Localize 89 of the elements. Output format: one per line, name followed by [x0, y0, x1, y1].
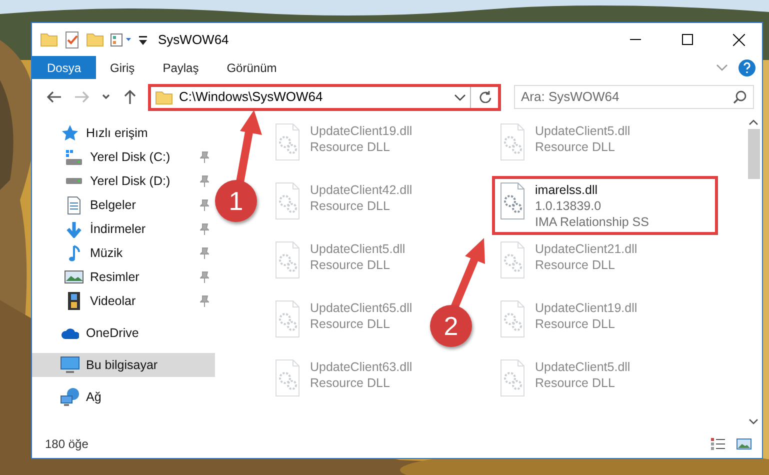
sidebar-item[interactable]: Müzik [32, 241, 215, 265]
ribbon-tab[interactable]: Giriş [96, 56, 149, 79]
large-icons-view-icon[interactable] [736, 436, 752, 450]
folder-icon [40, 31, 58, 48]
sidebar-item[interactable]: Yerel Disk (C:) [32, 145, 215, 169]
details-view-icon[interactable] [710, 436, 726, 450]
file-detail: 1.0.13839.0 [535, 198, 602, 214]
scroll-up-icon[interactable] [749, 119, 758, 125]
search-field[interactable]: Ara: SysWOW64 [514, 85, 754, 109]
sidebar-item[interactable]: Videolar [32, 289, 215, 313]
file-name: imarelss.dll [535, 182, 599, 198]
file-detail: Resource DLL [535, 316, 616, 332]
dll-file-icon [274, 300, 302, 338]
picture-icon [64, 270, 84, 284]
dll-file-icon [499, 241, 527, 279]
document-icon [67, 196, 81, 214]
pin-icon[interactable] [200, 295, 209, 307]
drive-icon [65, 148, 83, 166]
dropdown-icon[interactable] [138, 34, 148, 46]
music-note-icon [68, 244, 80, 262]
sidebar-item[interactable]: Yerel Disk (D:) [32, 169, 215, 193]
scroll-down-icon[interactable] [749, 419, 758, 425]
dll-file-icon [274, 359, 302, 397]
address-path: C:\Windows\SysWOW64 [179, 88, 324, 106]
file-detail: Resource DLL [310, 198, 391, 214]
file-name: UpdateClient19.dll [535, 300, 638, 316]
dll-file-icon [499, 123, 527, 161]
dll-file-icon [499, 359, 527, 397]
file-name: UpdateClient5.dll [535, 359, 630, 375]
file-detail: Resource DLL [535, 257, 616, 273]
file-name: UpdateClient21.dll [535, 241, 638, 257]
scrollbar-thumb[interactable] [748, 129, 760, 179]
file-detail: IMA Relationship SS [535, 214, 649, 230]
dll-file-icon [499, 300, 527, 338]
pin-icon[interactable] [200, 271, 209, 283]
dll-file-icon [274, 241, 302, 279]
file-detail: Resource DLL [310, 139, 391, 155]
file-detail: Resource DLL [310, 257, 391, 273]
sidebar-item[interactable]: OneDrive [32, 321, 215, 345]
star-icon [60, 124, 80, 142]
pin-icon[interactable] [200, 175, 209, 187]
cloud-icon [61, 326, 79, 340]
download-icon [66, 220, 82, 238]
network-icon [60, 387, 80, 407]
dll-file-icon [274, 182, 302, 220]
file-detail: Resource DLL [310, 316, 391, 332]
search-icon [733, 90, 747, 104]
window-title: SysWOW64 [158, 30, 229, 49]
pin-icon[interactable] [200, 151, 209, 163]
file-name: UpdateClient65.dll [310, 300, 412, 316]
pin-icon[interactable] [200, 247, 209, 259]
sidebar-item[interactable]: Hızlı erişim [32, 121, 215, 145]
pin-icon[interactable] [200, 223, 209, 235]
chevron-icon[interactable] [454, 94, 466, 100]
properties-icon[interactable] [110, 32, 132, 48]
file-detail: Resource DLL [310, 375, 391, 391]
file-name: UpdateClient5.dll [535, 123, 630, 139]
dll-file-icon [499, 182, 527, 220]
forward-arrow-icon [75, 91, 89, 103]
minimize-icon [630, 39, 640, 40]
file-name: UpdateClient5.dll [310, 241, 406, 257]
pin-icon[interactable] [200, 199, 209, 211]
checklist-icon[interactable] [64, 30, 80, 48]
file-name: UpdateClient63.dll [310, 359, 412, 375]
drive-icon [65, 177, 83, 185]
back-arrow-icon [47, 91, 61, 103]
file-name: UpdateClient19.dll [310, 123, 412, 139]
file-name: UpdateClient42.dll [310, 182, 412, 198]
dll-file-icon [274, 123, 302, 161]
up-arrow-icon [124, 90, 136, 104]
ribbon-tab[interactable]: Dosya [32, 56, 96, 79]
item-count: 180 öğe [45, 436, 88, 452]
close-icon [733, 34, 745, 46]
sidebar-item[interactable]: Ağ [32, 385, 215, 409]
film-icon [67, 291, 81, 311]
help-icon[interactable] [738, 58, 756, 76]
maximize-icon [682, 34, 692, 45]
sidebar-item[interactable]: Resimler [32, 265, 215, 289]
sidebar-item[interactable]: İndirmeler [32, 217, 215, 241]
caret-icon [102, 94, 110, 100]
ribbon-tab[interactable]: Görünüm [212, 56, 291, 79]
folder-icon [155, 88, 173, 106]
ribbon-tab[interactable]: Paylaş [148, 56, 213, 79]
file-detail: Resource DLL [535, 139, 616, 155]
sidebar-item[interactable]: Belgeler [32, 193, 215, 217]
file-detail: Resource DLL [535, 375, 616, 391]
computer-icon [60, 356, 80, 374]
sidebar-item[interactable]: Bu bilgisayar [32, 353, 215, 377]
refresh-icon [478, 91, 490, 103]
